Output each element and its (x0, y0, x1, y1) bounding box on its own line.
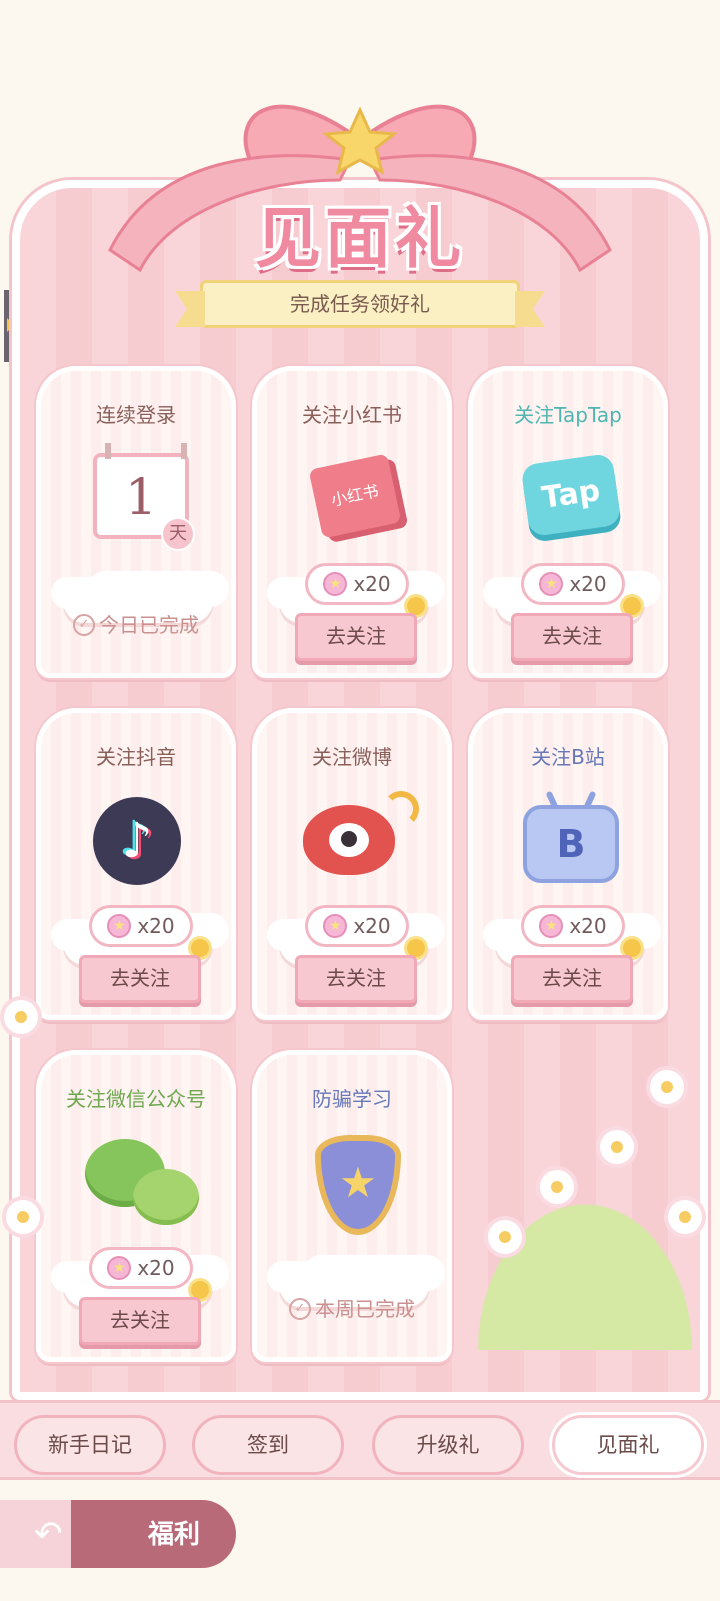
card-title: 关注TapTap (514, 403, 622, 427)
weibo-signal-icon (383, 791, 419, 827)
tab-welcome-gift[interactable]: 见面礼 (552, 1415, 704, 1475)
icon-area (257, 783, 447, 965)
reward-amount: x20 (569, 914, 607, 938)
follow-button[interactable]: 去关注 (295, 955, 417, 1003)
status-text: 本周已完成 (315, 1297, 415, 1321)
weibo-icon (303, 805, 395, 875)
bottom-tab-bar: 新手日记 签到 升级礼 见面礼 (0, 1400, 720, 1480)
reward-amount: x20 (353, 572, 391, 596)
flower-icon (668, 1200, 702, 1234)
follow-button[interactable]: 去关注 (79, 955, 201, 1003)
card-follow-taptap: 关注TapTap Tap ★ x20 去关注 (468, 366, 668, 678)
flower-icon (6, 1200, 40, 1234)
icon-area: ♪ (41, 783, 231, 965)
star-gem-icon: ★ (323, 913, 348, 938)
check-icon: ✓ (289, 1297, 311, 1320)
flower-icon (600, 1130, 634, 1164)
icon-area: Tap (473, 441, 663, 623)
status-completed: ✓ 今日已完成 (41, 609, 231, 638)
card-follow-douyin: 关注抖音 ♪ ★ x20 去关注 (36, 708, 236, 1020)
card-follow-wechat: 关注微信公众号 ★ x20 去关注 (36, 1050, 236, 1362)
flower-icon (4, 1000, 38, 1034)
card-follow-xiaohongshu: 关注小红书 小红书 ★ x20 去关注 (252, 366, 452, 678)
tab-newbie-diary[interactable]: 新手日记 (14, 1415, 166, 1475)
back-arrow-icon: ↶ (34, 1514, 63, 1554)
page-title: 见面礼 (255, 200, 465, 277)
reward-amount: x20 (137, 1256, 175, 1280)
wechat-bubble-icon (133, 1169, 199, 1225)
douyin-icon: ♪ (93, 797, 181, 885)
shield-icon: ★ (315, 1135, 401, 1235)
card-follow-weibo: 关注微博 ★ x20 去关注 (252, 708, 452, 1020)
icon-area (41, 1125, 231, 1307)
check-icon: ✓ (73, 613, 95, 636)
reward-badge: ★ x20 (89, 1247, 193, 1289)
card-title: 关注小红书 (302, 403, 402, 427)
status-text: 今日已完成 (99, 613, 199, 637)
reward-amount: x20 (569, 572, 607, 596)
calendar-day-badge: 天 (161, 517, 195, 551)
bilibili-icon: B (523, 805, 619, 883)
welfare-label: 福利 (148, 1520, 201, 1550)
card-consecutive-login: 连续登录 1 天 ✓ 今日已完成 (36, 366, 236, 678)
card-title: 关注抖音 (96, 745, 176, 769)
title-area: 见面礼 (200, 185, 520, 281)
tab-upgrade-gift[interactable]: 升级礼 (372, 1415, 524, 1475)
card-title: 连续登录 (96, 403, 176, 427)
follow-button[interactable]: 去关注 (79, 1297, 201, 1345)
icon-area: 1 天 (41, 441, 231, 623)
reward-amount: x20 (137, 914, 175, 938)
flower-icon (540, 1170, 574, 1204)
card-title: 防骗学习 (312, 1087, 392, 1111)
xiaohongshu-icon: 小红书 (308, 453, 402, 539)
reward-badge: ★ x20 (521, 905, 625, 947)
star-gem-icon: ★ (323, 571, 348, 596)
flower-icon (650, 1070, 684, 1104)
reward-amount: x20 (353, 914, 391, 938)
card-title: 关注微博 (312, 745, 392, 769)
icon-area: ★ (257, 1125, 447, 1307)
follow-button[interactable]: 去关注 (295, 613, 417, 661)
reward-badge: ★ x20 (305, 563, 409, 605)
star-gem-icon: ★ (539, 571, 564, 596)
follow-button[interactable]: 去关注 (511, 955, 633, 1003)
star-gem-icon: ★ (539, 913, 564, 938)
icon-area: 小红书 (257, 441, 447, 623)
flower-icon (488, 1220, 522, 1254)
card-title: 关注B站 (531, 745, 605, 769)
star-gem-icon: ★ (107, 1255, 132, 1280)
status-completed: ✓ 本周已完成 (257, 1293, 447, 1322)
taptap-icon: Tap (520, 452, 622, 538)
card-anti-fraud-study: 防骗学习 ★ ✓ 本周已完成 (252, 1050, 452, 1362)
star-gem-icon: ★ (107, 913, 132, 938)
icon-area: B (473, 783, 663, 965)
welfare-back-button[interactable]: ↶ 福利 (0, 1500, 236, 1568)
reward-badge: ★ x20 (305, 905, 409, 947)
calendar-number: 1 (125, 468, 157, 526)
reward-badge: ★ x20 (89, 905, 193, 947)
card-follow-bilibili: 关注B站 B ★ x20 去关注 (468, 708, 668, 1020)
reward-badge: ★ x20 (521, 563, 625, 605)
follow-button[interactable]: 去关注 (511, 613, 633, 661)
tab-check-in[interactable]: 签到 (192, 1415, 344, 1475)
subtitle-ribbon: 完成任务领好礼 (200, 280, 520, 328)
card-title: 关注微信公众号 (66, 1087, 206, 1111)
